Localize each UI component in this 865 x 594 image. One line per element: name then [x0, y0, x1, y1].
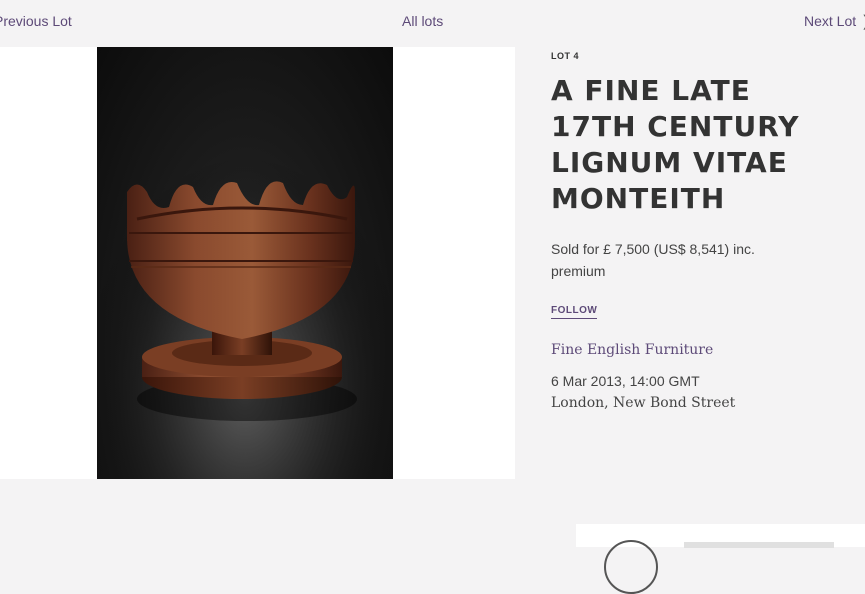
lot-image-panel: [0, 47, 515, 479]
card-placeholder-bar: [684, 542, 834, 548]
card-circle-icon: [604, 540, 658, 594]
sold-price: Sold for £ 7,500 (US$ 8,541) inc. premiu…: [551, 241, 755, 279]
lot-title-line: MONTEITH: [551, 182, 726, 215]
lot-title-line: A FINE LATE: [551, 74, 751, 107]
bottom-card: [576, 524, 865, 594]
follow-button[interactable]: FOLLOW: [551, 305, 598, 319]
sale-location: London, New Bond Street: [551, 395, 736, 411]
lot-title: A FINE LATE 17TH CENTURY LIGNUM VITAE MO…: [551, 73, 851, 217]
lot-title-line: LIGNUM VITAE: [551, 146, 788, 179]
lot-details: LOT 4 A FINE LATE 17TH CENTURY LIGNUM VI…: [551, 47, 851, 414]
department-link[interactable]: Fine English Furniture: [551, 342, 851, 358]
lot-number: LOT 4: [551, 51, 580, 61]
lot-navigation: Previous Lot All lots Next Lot ❯: [0, 0, 865, 44]
lot-photo[interactable]: [97, 47, 393, 479]
next-lot-link[interactable]: Next Lot ❯: [804, 13, 865, 29]
lot-title-line: 17TH CENTURY: [551, 110, 800, 143]
monteith-bowl-image: [97, 47, 393, 479]
all-lots-link[interactable]: All lots: [402, 13, 443, 29]
previous-lot-link[interactable]: Previous Lot: [0, 13, 72, 29]
chevron-right-icon: ❯: [861, 14, 865, 29]
sale-date: 6 Mar 2013, 14:00 GMT: [551, 373, 700, 389]
next-lot-label: Next Lot: [804, 13, 857, 29]
